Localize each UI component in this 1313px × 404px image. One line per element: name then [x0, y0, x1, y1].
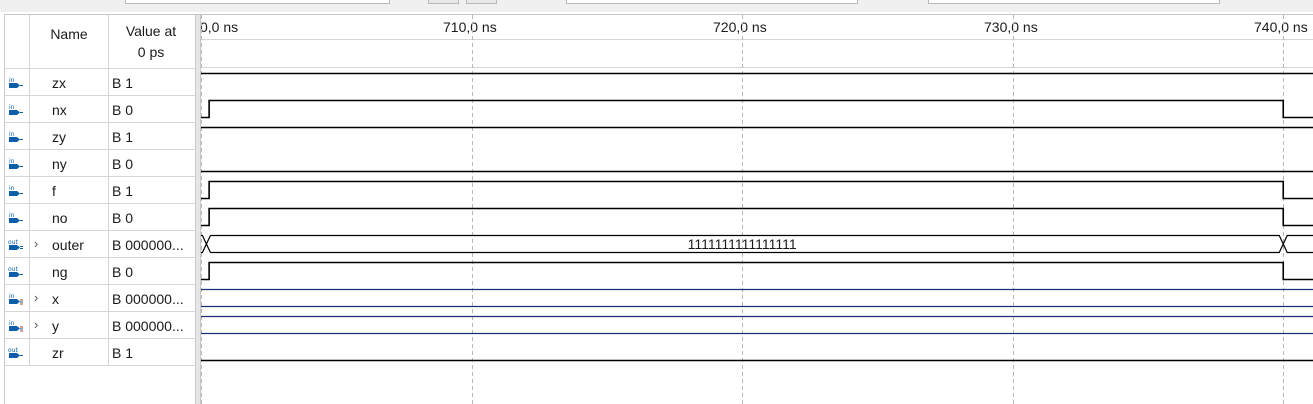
signal-value: B 0	[112, 210, 134, 226]
svg-text:in: in	[9, 320, 15, 327]
svg-text:in: in	[9, 158, 15, 165]
value-header-line1: Value at	[125, 23, 177, 39]
signal-value: B 000000...	[112, 318, 184, 334]
signal-value: B 000000...	[112, 291, 184, 307]
waveform-canvas[interactable]: 1111111111111111	[201, 15, 1313, 404]
signal-name: f	[52, 183, 56, 199]
output-bus-icon: out	[8, 238, 24, 250]
signal-value: B 1	[112, 129, 134, 145]
svg-text:in: in	[9, 77, 15, 84]
signal-row-y[interactable]: in › y B 000000...	[5, 312, 195, 339]
toolbar-field[interactable]	[928, 0, 1220, 4]
signal-row-f[interactable]: in f B 1	[5, 177, 195, 204]
column-header-value[interactable]: Value at 0 ps	[112, 21, 190, 63]
signal-row-ng[interactable]: out ng B 0	[5, 258, 195, 285]
waveform-nx	[201, 99, 1313, 119]
chevron-right-icon[interactable]: ›	[34, 317, 38, 332]
input-pin-icon: in	[8, 184, 24, 196]
input-bus-icon: in	[8, 319, 24, 332]
toolbar-button[interactable]	[428, 0, 459, 4]
output-pin-icon: out	[8, 265, 24, 277]
signal-name: zx	[52, 75, 66, 91]
svg-text:in: in	[9, 104, 15, 111]
chevron-right-icon[interactable]: ›	[34, 290, 38, 305]
signal-row-outer[interactable]: out › outer B 000000...	[5, 231, 195, 258]
signal-name: zr	[52, 345, 64, 361]
svg-text:out: out	[8, 239, 18, 246]
signal-row-x[interactable]: in › x B 000000...	[5, 285, 195, 312]
signal-row-zx[interactable]: in zx B 1	[5, 69, 195, 96]
signal-name: no	[52, 210, 68, 226]
waveform-ng	[201, 261, 1313, 281]
value-header-line2: 0 ps	[137, 44, 165, 60]
signal-row-ny[interactable]: in ny B 0	[5, 150, 195, 177]
signal-row-zr[interactable]: out zr B 1	[5, 339, 195, 366]
input-pin-icon: in	[8, 130, 24, 142]
signal-value: B 000000...	[112, 237, 184, 253]
signal-name: y	[52, 318, 59, 334]
signal-name: nx	[52, 102, 67, 118]
input-bus-icon: in	[8, 292, 24, 305]
waveform-area[interactable]: 0,0 ns 710,0 ns 720,0 ns 730,0 ns 740,0 ns 1…	[201, 15, 1313, 404]
output-pin-icon: out	[8, 346, 24, 358]
svg-text:in: in	[9, 185, 15, 192]
toolbar-button[interactable]	[466, 0, 497, 4]
signal-name: zy	[52, 129, 66, 145]
signal-value: B 0	[112, 156, 134, 172]
input-pin-icon: in	[8, 211, 24, 223]
svg-text:out: out	[8, 347, 18, 354]
signal-value: B 1	[112, 75, 134, 91]
signal-value: B 0	[112, 102, 134, 118]
signal-row-nx[interactable]: in nx B 0	[5, 96, 195, 123]
waveform-f	[201, 180, 1313, 200]
input-pin-icon: in	[8, 103, 24, 115]
input-pin-icon: in	[8, 157, 24, 169]
signal-name: ng	[52, 264, 68, 280]
input-pin-icon: in	[8, 76, 24, 88]
column-header-name[interactable]: Name	[30, 26, 108, 42]
toolbar-combo[interactable]	[125, 0, 390, 4]
signal-value: B 1	[112, 345, 134, 361]
signal-row-zy[interactable]: in zy B 1	[5, 123, 195, 150]
waveform-no	[201, 207, 1313, 227]
svg-text:in: in	[9, 131, 15, 138]
chevron-right-icon[interactable]: ›	[34, 236, 38, 251]
svg-text:in: in	[9, 212, 15, 219]
signal-name: x	[52, 291, 59, 307]
toolbar-field[interactable]	[566, 0, 858, 4]
signal-row-no[interactable]: in no B 0	[5, 204, 195, 231]
svg-text:out: out	[8, 266, 18, 273]
bus-value-label: 1111111111111111	[688, 236, 797, 252]
signal-name: ny	[52, 156, 67, 172]
signal-name: outer	[52, 237, 84, 253]
signal-value: B 0	[112, 264, 134, 280]
svg-text:in: in	[9, 293, 15, 300]
toolbar-strip	[0, 0, 1313, 12]
signal-value: B 1	[112, 183, 134, 199]
